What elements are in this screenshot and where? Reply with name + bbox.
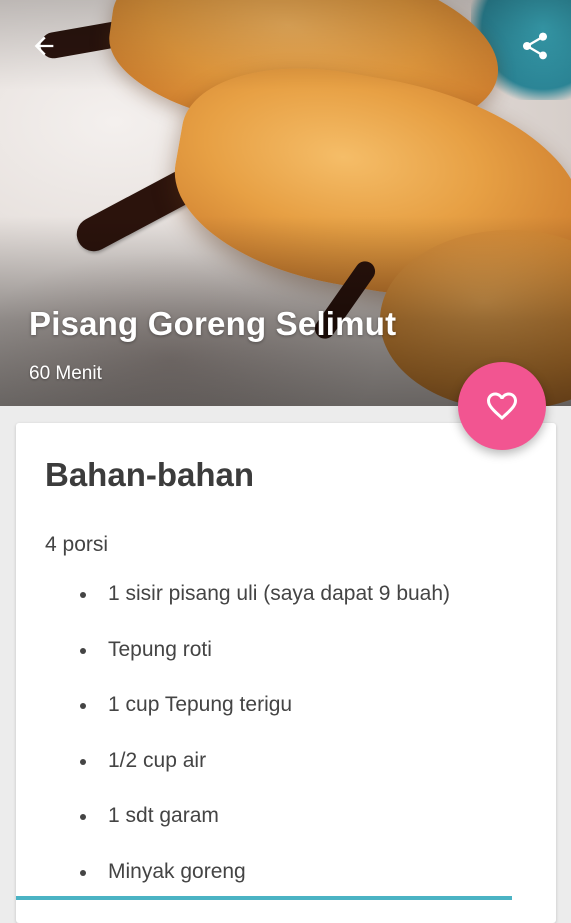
- back-button[interactable]: [24, 26, 64, 66]
- list-item: 1/2 cup air: [74, 748, 544, 804]
- list-item: 1 cup Tepung terigu: [74, 692, 544, 748]
- share-button[interactable]: [515, 26, 555, 66]
- bullet-icon: [80, 869, 86, 876]
- heart-outline-icon: [487, 392, 517, 421]
- top-gradient: [0, 0, 571, 90]
- ingredients-heading: Bahan-bahan: [45, 456, 255, 493]
- ingredients-list: 1 sisir pisang uli (saya dapat 9 buah) T…: [74, 581, 544, 915]
- bullet-icon: [80, 758, 86, 765]
- bullet-icon: [80, 703, 86, 710]
- bullet-icon: [80, 647, 86, 654]
- favorite-button[interactable]: [458, 362, 546, 450]
- ingredient-text: 1 cup Tepung terigu: [108, 693, 293, 717]
- ingredient-text: 1 sisir pisang uli (saya dapat 9 buah): [108, 582, 451, 605]
- recipe-hero-image: [0, 0, 571, 406]
- ingredients-card: Bahan-bahan 4 porsi 1 sisir pisang uli (…: [16, 423, 556, 923]
- list-item: 1 sdt garam: [74, 803, 544, 859]
- bullet-icon: [80, 592, 86, 598]
- servings-label: 4 porsi: [45, 533, 109, 556]
- list-item: 1 sisir pisang uli (saya dapat 9 buah): [74, 581, 544, 637]
- bullet-icon: [80, 814, 86, 821]
- recipe-duration: 60 Menit: [29, 363, 102, 384]
- ingredient-text: 1 sdt garam: [108, 804, 219, 828]
- recipe-title: Pisang Goreng Selimut: [29, 305, 397, 342]
- ingredient-text: 1/2 cup air: [108, 748, 207, 772]
- list-item: Tepung roti: [74, 637, 544, 693]
- ingredient-text: Minyak goreng: [108, 859, 246, 883]
- list-item: Minyak goreng: [74, 859, 544, 915]
- ingredient-text: Tepung roti: [108, 637, 212, 661]
- arrow-left-icon: [34, 36, 54, 56]
- scroll-indicator: [16, 896, 512, 900]
- share-icon: [523, 32, 547, 60]
